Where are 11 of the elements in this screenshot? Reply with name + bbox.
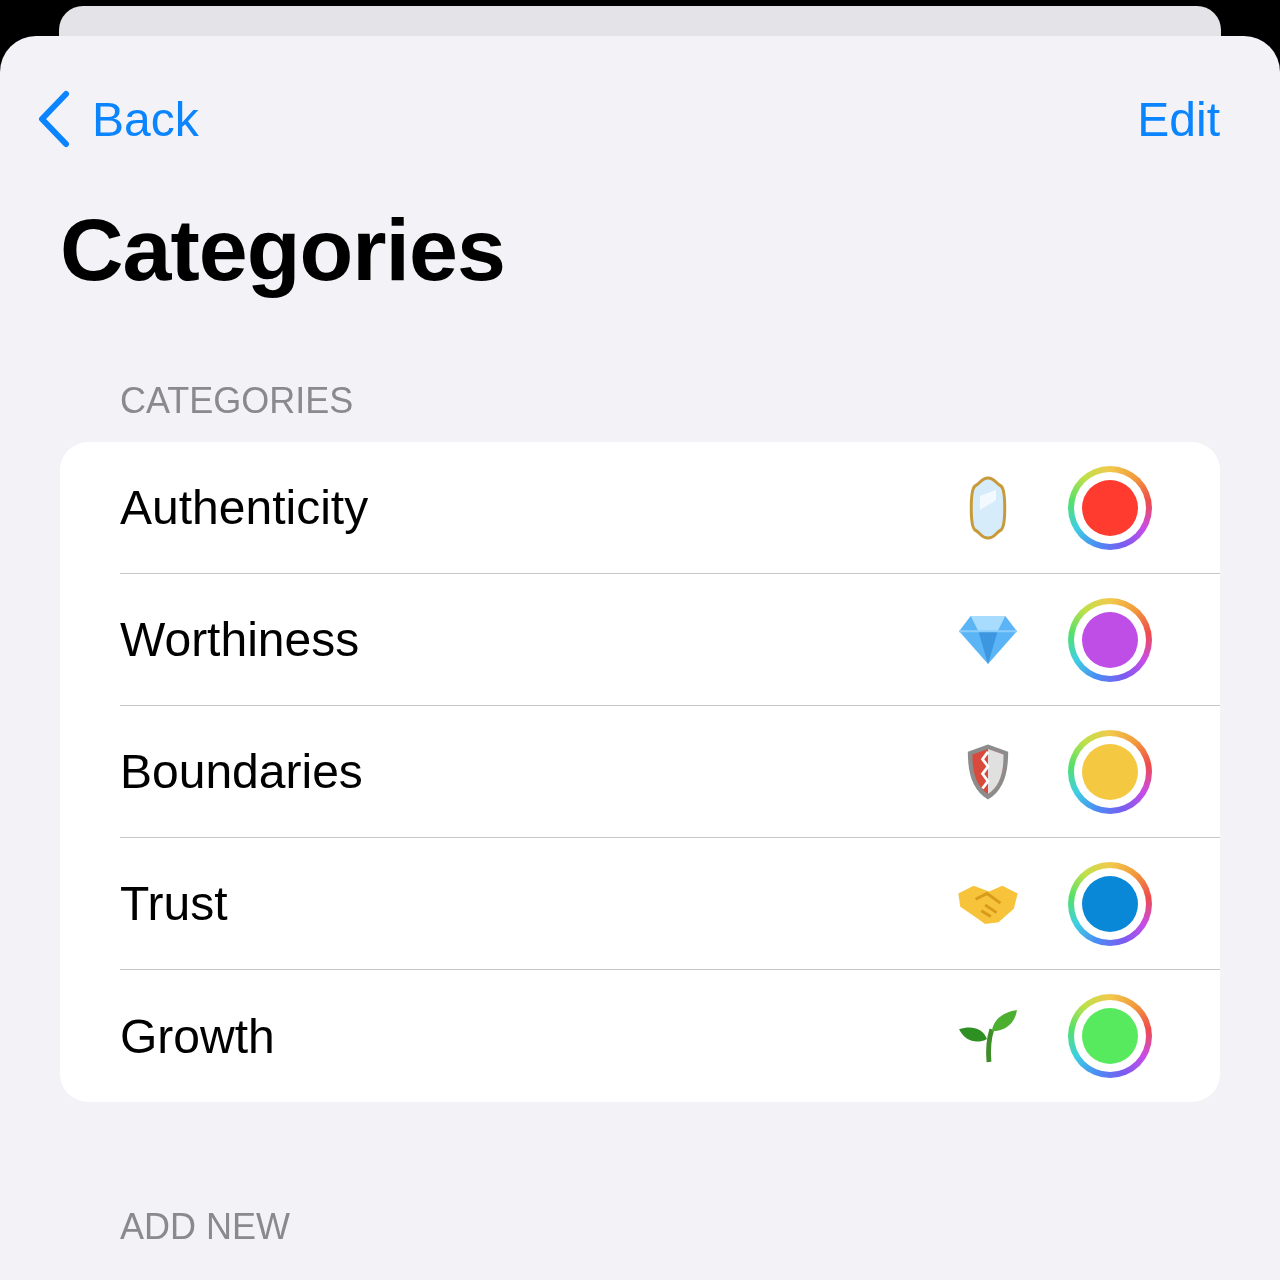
category-name[interactable]: Worthiness xyxy=(120,612,956,667)
mirror-icon xyxy=(968,475,1008,540)
category-name[interactable]: Growth xyxy=(120,1008,956,1064)
category-name[interactable]: Trust xyxy=(120,876,956,931)
category-name[interactable]: Authenticity xyxy=(120,480,956,535)
category-name[interactable]: Boundaries xyxy=(120,744,956,799)
section-header: CATEGORIES xyxy=(120,380,355,422)
gem-icon xyxy=(957,613,1019,666)
chevron-left-icon xyxy=(36,90,70,148)
section-header: ADD NEW xyxy=(120,1206,291,1248)
seedling-icon xyxy=(957,1008,1019,1064)
